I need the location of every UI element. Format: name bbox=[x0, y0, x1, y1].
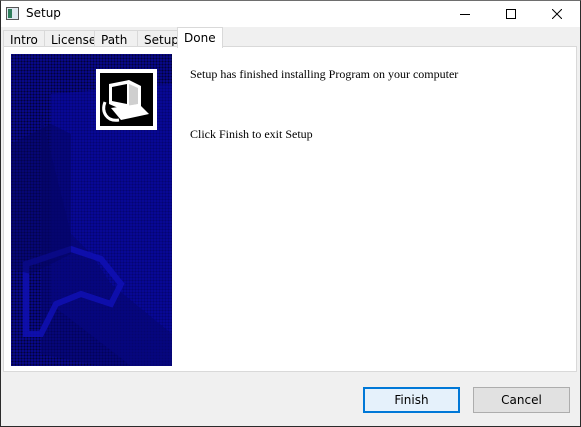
minimize-button[interactable] bbox=[442, 1, 488, 27]
tab-done[interactable]: Done bbox=[177, 27, 223, 48]
done-page-panel: Setup has finished installing Program on… bbox=[3, 46, 577, 372]
finished-message: Setup has finished installing Program on… bbox=[190, 67, 459, 81]
banner-graphic bbox=[11, 69, 172, 366]
finish-button[interactable]: Finish bbox=[363, 387, 460, 413]
side-banner-image bbox=[11, 54, 172, 366]
setup-window: Setup Intro License Path Setup Done Setu… bbox=[0, 0, 581, 427]
minimize-icon bbox=[460, 14, 470, 15]
tab-license[interactable]: License bbox=[44, 30, 96, 47]
title-bar[interactable]: Setup bbox=[1, 1, 580, 27]
maximize-icon bbox=[506, 9, 516, 19]
exit-instruction: Click Finish to exit Setup bbox=[190, 127, 313, 141]
tab-strip: Intro License Path Setup Done bbox=[1, 27, 580, 48]
tab-intro[interactable]: Intro bbox=[3, 30, 45, 47]
tab-setup[interactable]: Setup bbox=[137, 30, 179, 47]
window-title: Setup bbox=[26, 6, 61, 20]
app-icon bbox=[6, 7, 19, 20]
close-icon bbox=[552, 9, 562, 19]
cancel-button[interactable]: Cancel bbox=[473, 387, 570, 413]
installer-computer-icon bbox=[96, 69, 157, 130]
tab-path[interactable]: Path bbox=[94, 30, 138, 47]
close-button[interactable] bbox=[534, 1, 580, 27]
maximize-button[interactable] bbox=[488, 1, 534, 27]
